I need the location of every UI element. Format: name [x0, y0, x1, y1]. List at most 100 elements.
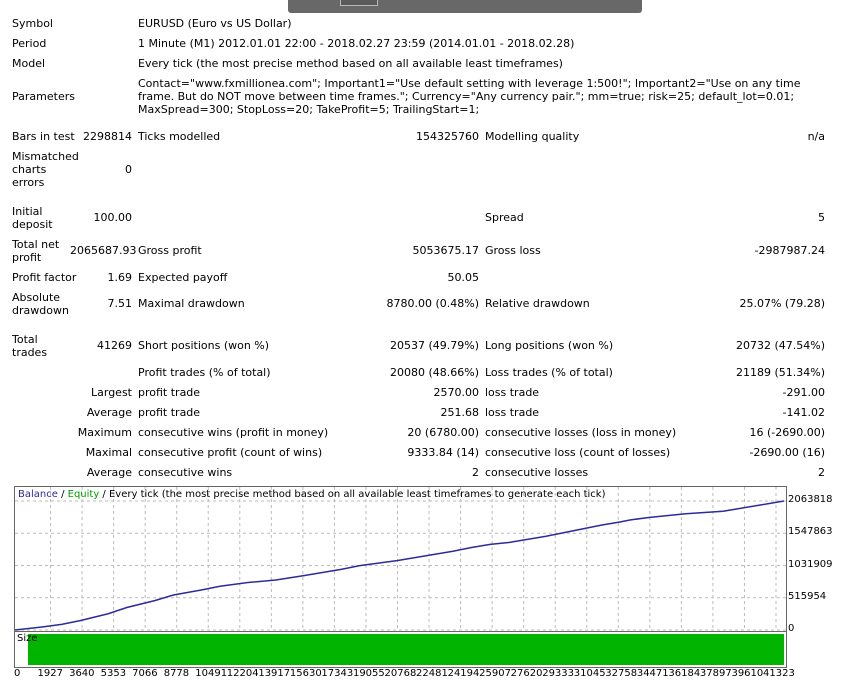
ticks-label: Ticks modelled [138, 130, 221, 143]
net-profit-label: Total net profit [12, 238, 60, 264]
absolute-drawdown-label: Absolute drawdown [12, 291, 69, 317]
y-tick-label: 2063818 [788, 494, 833, 505]
x-tick-label: 37897 [699, 668, 732, 679]
x-tick-label: 1927 [37, 668, 63, 679]
x-tick-label: 20768 [384, 668, 417, 679]
long-positions-label: Long positions (won %) [485, 339, 614, 352]
x-tick-label: 8778 [163, 668, 190, 679]
x-tick-label: 13917 [258, 668, 291, 679]
largest-profit-value: 2570.00 [433, 386, 480, 399]
max-drawdown-label: Maximal drawdown [138, 297, 245, 310]
x-tick-label: 0 [14, 668, 21, 679]
gross-loss-label: Gross loss [485, 244, 541, 257]
short-positions-label: Short positions (won %) [138, 339, 270, 352]
toolbar-button[interactable] [340, 0, 378, 6]
x-tick-label: 25907 [479, 668, 511, 679]
spread-label: Spread [485, 211, 524, 224]
consec-losses-label: consecutive losses (loss in money) [485, 426, 677, 439]
legend-description: / Every tick (the most precise method ba… [99, 489, 606, 500]
largest-loss-label: loss trade [485, 386, 540, 399]
symbol-value: EURUSD (Euro vs US Dollar) [138, 17, 292, 30]
x-tick-label: 5353 [100, 668, 127, 679]
relative-drawdown-value: 25.07% (79.28) [739, 297, 825, 310]
absolute-drawdown-value: 7.51 [107, 297, 133, 310]
x-tick-label: 31045 [573, 668, 606, 679]
y-tick-label: 515954 [788, 590, 827, 602]
average-consec-label: Average [86, 466, 132, 479]
average-profit-label: profit trade [138, 406, 201, 419]
legend-separator: / [57, 489, 68, 500]
x-tick-label: 15630 [289, 668, 322, 679]
parameters-label: Parameters [12, 90, 75, 103]
balance-chart-svg [15, 487, 786, 637]
y-tick-label: 1547863 [788, 526, 833, 538]
largest-profit-label: profit trade [138, 386, 201, 399]
period-label: Period [12, 37, 47, 50]
bars-value: 2298814 [83, 130, 132, 143]
x-tick-label: 29333 [542, 668, 575, 679]
ticks-value: 154325760 [416, 130, 479, 143]
period-value: 1 Minute (M1) 2012.01.01 22:00 - 2018.02… [138, 37, 575, 50]
legend-equity: Equity [67, 489, 100, 500]
profit-trades-label: Profit trades (% of total) [138, 366, 271, 379]
x-tick-label: 39610 [731, 668, 764, 679]
gross-loss-value: -2987987.24 [754, 244, 825, 257]
deposit-label: Initial deposit [12, 205, 53, 231]
x-tick-label: 7066 [132, 668, 158, 679]
expected-payoff-value: 50.05 [447, 271, 480, 284]
size-bar [28, 634, 784, 665]
gross-profit-value: 5053675.17 [412, 244, 479, 257]
x-tick-label: 12204 [226, 668, 259, 679]
average-loss-label: loss trade [485, 406, 540, 419]
consec-loss-value: -2690.00 (16) [749, 446, 825, 459]
expected-payoff-label: Expected payoff [138, 271, 228, 284]
average-profit-value: 251.68 [440, 406, 480, 419]
x-tick-label: 10491 [195, 668, 228, 679]
spread-value: 5 [818, 211, 825, 224]
chart-legend: Balance / Equity / Every tick (the most … [18, 489, 605, 500]
max-drawdown-value: 8780.00 (0.48%) [386, 297, 479, 310]
consec-wins-label: consecutive wins (profit in money) [138, 426, 329, 439]
x-tick-label: 41323 [763, 668, 795, 679]
legend-balance: Balance [18, 489, 58, 500]
total-trades-label: Total trades [12, 333, 48, 359]
x-tick-label: 3640 [69, 668, 95, 679]
x-tick-label: 22481 [416, 668, 448, 679]
deposit-value: 100.00 [93, 211, 133, 224]
gross-profit-label: Gross profit [138, 244, 202, 257]
x-tick-label: 17343 [321, 668, 354, 679]
consec-wins-value: 20 (6780.00) [407, 426, 479, 439]
x-tick-label: 36184 [668, 668, 701, 679]
consec-profit-value: 9333.84 (14) [407, 446, 479, 459]
profit-trades-value: 20080 (48.66%) [389, 366, 479, 379]
loss-trades-label: Loss trades (% of total) [485, 366, 613, 379]
quality-label: Modelling quality [485, 130, 580, 143]
largest-loss-value: -291.00 [782, 386, 825, 399]
average-label: Average [86, 406, 132, 419]
size-panel: Size [14, 631, 787, 668]
consec-loss-label: consecutive loss (count of losses) [485, 446, 671, 459]
size-label: Size [17, 633, 38, 644]
model-value: Every tick (the most precise method base… [138, 57, 563, 70]
quality-value: n/a [807, 130, 825, 143]
loss-trades-value: 21189 (51.34%) [735, 366, 825, 379]
maximum-label: Maximum [77, 426, 132, 439]
net-profit-value: 2065687.93 [70, 244, 137, 257]
symbol-label: Symbol [12, 17, 53, 30]
avg-consec-wins-label: consecutive wins [138, 466, 233, 479]
x-tick-label: 24194 [447, 668, 480, 679]
long-positions-value: 20732 (47.54%) [735, 339, 825, 352]
y-tick-label: 0 [788, 623, 795, 634]
avg-consec-wins-value: 2 [472, 466, 479, 479]
average-loss-value: -141.02 [782, 406, 825, 419]
balance-chart: Balance / Equity / Every tick (the most … [14, 486, 787, 638]
x-tick-label: 27620 [510, 668, 543, 679]
parameters-value: Contact="www.fxmillionea.com"; Important… [138, 77, 801, 116]
avg-consec-losses-label: consecutive losses [485, 466, 589, 479]
profit-factor-label: Profit factor [12, 271, 77, 284]
mismatch-value: 0 [125, 163, 132, 176]
relative-drawdown-label: Relative drawdown [485, 297, 590, 310]
largest-label: Largest [91, 386, 132, 399]
top-toolbar [288, 0, 642, 13]
total-trades-value: 41269 [97, 339, 132, 352]
